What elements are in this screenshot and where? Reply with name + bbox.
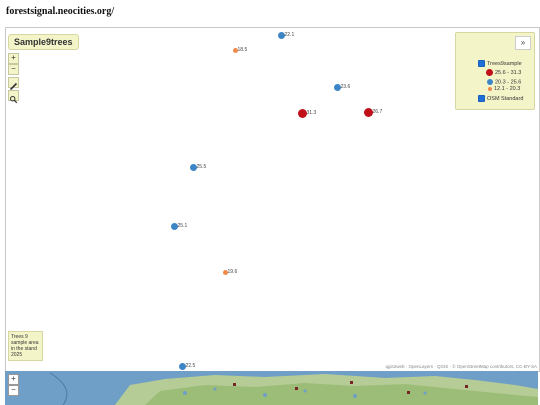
tree-point-label: 22.5 xyxy=(185,363,196,369)
tree-point-label: 22.1 xyxy=(284,32,295,38)
legend-base-name: OSM Standard xyxy=(487,95,524,102)
tree-point-marker[interactable] xyxy=(277,31,285,39)
search-button[interactable] xyxy=(8,90,19,104)
map-title: Sample9trees xyxy=(8,34,79,50)
info-box: Trees 9 sample area in the stand 2025 xyxy=(8,331,43,361)
tree-point-label: 31.3 xyxy=(306,110,317,116)
legend-layer-name: Trees9sample xyxy=(487,60,522,67)
tree-point-marker[interactable] xyxy=(178,362,186,370)
legend-layer-row[interactable]: Trees9sample xyxy=(478,60,522,67)
overview-zoom-out-button[interactable]: − xyxy=(8,385,19,396)
tree-point-marker[interactable] xyxy=(189,163,197,171)
overview-zoom-in-button[interactable]: + xyxy=(8,374,19,385)
base-layer-checkbox[interactable] xyxy=(478,95,485,102)
overview-map[interactable]: + − xyxy=(5,371,538,405)
tree-point-marker[interactable] xyxy=(170,222,178,230)
search-icon xyxy=(10,96,18,104)
map-viewport[interactable]: Sample9trees + − » Trees9sample 25.6 - 3… xyxy=(5,27,540,372)
tree-point-label: 25.1 xyxy=(177,223,188,229)
tree-point-marker[interactable] xyxy=(297,108,307,118)
overview-terrain xyxy=(49,372,538,405)
legend-collapse-button[interactable]: » xyxy=(515,36,531,50)
legend-class-row: 25.6 - 31.3 xyxy=(486,69,521,76)
legend-class-label: 12.1 - 20.3 xyxy=(494,86,521,92)
legend-class-label: 25.6 - 31.3 xyxy=(495,69,522,76)
tree-point-label: 18.5 xyxy=(237,47,248,53)
attribution: qgis2web · OpenLayers · QGIS · © OpenStr… xyxy=(384,364,538,369)
layer-checkbox[interactable] xyxy=(478,60,485,67)
tree-point-label: 26.7 xyxy=(372,109,383,115)
tree-point-label: 23.6 xyxy=(340,84,351,90)
tree-point-marker[interactable] xyxy=(363,107,373,117)
tree-point-marker[interactable] xyxy=(333,83,341,91)
tree-point-label: 19.6 xyxy=(227,269,238,275)
tree-point-label: 25.5 xyxy=(196,164,207,170)
legend-base-row[interactable]: OSM Standard xyxy=(478,95,523,102)
measure-button[interactable] xyxy=(8,77,19,91)
layer-legend: » Trees9sample 25.6 - 31.3 20.3 - 25.6 1… xyxy=(455,32,535,110)
page-url: forestsignal.neocities.org/ xyxy=(6,6,115,17)
legend-class-row: 20.3 - 25.6 xyxy=(487,79,521,85)
class-low-marker xyxy=(488,86,492,91)
zoom-in-button[interactable]: + xyxy=(8,53,19,64)
class-high-marker xyxy=(486,69,493,76)
legend-class-label: 20.3 - 25.6 xyxy=(495,79,522,86)
class-mid-marker xyxy=(487,79,493,85)
zoom-out-button[interactable]: − xyxy=(8,64,19,75)
legend-class-row: 12.1 - 20.3 xyxy=(488,86,520,92)
